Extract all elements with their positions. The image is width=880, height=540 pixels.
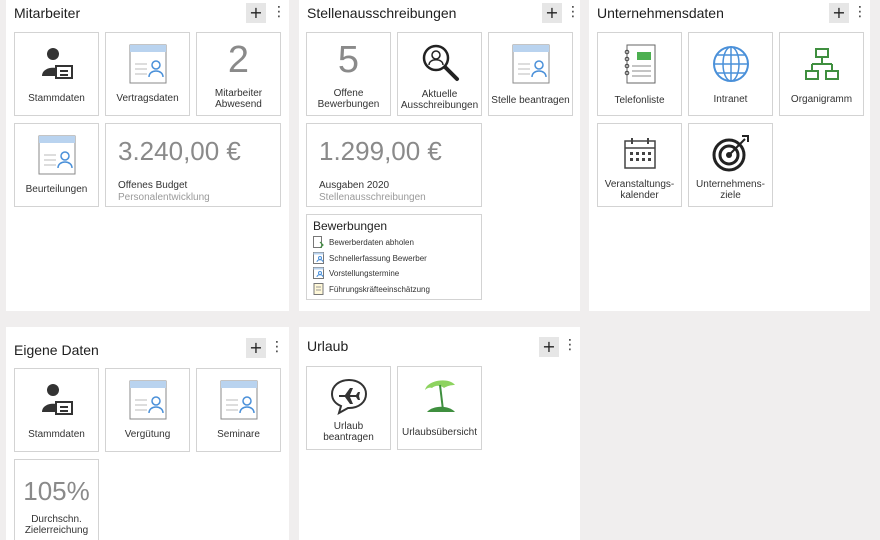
list-item[interactable]: Vorstellungstermine	[313, 266, 399, 280]
tile-label: Vertragsdaten	[116, 93, 179, 104]
panel-title: Stellenausschreibungen	[307, 5, 457, 21]
tile-telefonliste[interactable]: Telefonliste	[597, 32, 682, 116]
magnifier-icon	[398, 41, 481, 83]
tile-bewerbungen: Bewerbungen Bewerberdaten abholen Schnel…	[306, 214, 482, 300]
ziel-percent: 105%	[23, 476, 90, 506]
tile-seminare[interactable]: Seminare	[196, 368, 281, 452]
tile-unternehmensziele[interactable]: Unternehmens- ziele	[688, 123, 773, 207]
tile-label: Organigramm	[790, 94, 853, 105]
ausgaben-sub: Stellenausschreibungen	[319, 192, 426, 203]
tile-label: Durchschn. Zielerreichung	[24, 514, 89, 536]
tile-label: Mitarbeiter Abwesend	[214, 88, 263, 110]
add-button[interactable]: +	[542, 3, 562, 23]
panel-unternehmensdaten: Unternehmensdaten + ⋮ Telefonliste Intra…	[589, 0, 870, 311]
panel-title: Mitarbeiter	[14, 5, 81, 21]
notepad-icon	[313, 283, 324, 295]
document-person-icon	[106, 43, 189, 85]
tile-verguetung[interactable]: Vergütung	[105, 368, 190, 452]
more-menu-button[interactable]: ⋮	[272, 3, 286, 23]
tile-label: Offene Bewerbungen	[317, 88, 380, 110]
tile-zielerreichung[interactable]: 105% Durchschn. Zielerreichung	[14, 459, 99, 540]
bewerbungen-title: Bewerbungen	[313, 219, 388, 233]
person-card-icon	[15, 43, 98, 85]
document-person-icon	[313, 267, 324, 279]
add-button[interactable]: +	[246, 3, 266, 23]
person-card-icon	[15, 379, 98, 421]
more-menu-button[interactable]: ⋮	[566, 3, 580, 23]
list-item[interactable]: Schnellerfassung Bewerber	[313, 251, 427, 265]
abwesend-count: 2	[227, 39, 250, 81]
document-download-icon	[313, 236, 324, 249]
add-button[interactable]: +	[829, 3, 849, 23]
tile-label: Beurteilungen	[25, 184, 88, 195]
tile-label: Stammdaten	[28, 93, 85, 104]
budget-amount: 3.240,00 €	[118, 136, 241, 166]
org-chart-icon	[780, 43, 863, 85]
tile-label: Stammdaten	[28, 429, 85, 440]
list-item-label: Vorstellungstermine	[329, 268, 400, 278]
list-item[interactable]: Führungskräfteeinschätzung	[313, 282, 430, 296]
tile-label: Seminare	[217, 429, 260, 440]
panel-mitarbeiter: Mitarbeiter + ⋮ Stammdaten Vertragsdaten…	[6, 0, 289, 311]
panel-title: Urlaub	[307, 338, 349, 354]
tile-label: Aktuelle Ausschreibungen	[400, 89, 479, 111]
tile-veranstaltungskalender[interactable]: Veranstaltungs- kalender	[597, 123, 682, 207]
offene-count: 5	[337, 39, 360, 81]
tile-label: Unternehmens- ziele	[696, 179, 765, 201]
tile-offene-bewerbungen[interactable]: 5 Offene Bewerbungen	[306, 32, 391, 116]
target-icon	[689, 132, 772, 174]
budget-sub: Personalentwicklung	[118, 192, 210, 203]
list-item[interactable]: Bewerberdaten abholen	[313, 235, 414, 249]
document-person-icon	[313, 252, 324, 264]
tile-intranet[interactable]: Intranet	[688, 32, 773, 116]
beach-umbrella-icon	[398, 373, 481, 415]
more-menu-button[interactable]: ⋮	[563, 336, 577, 356]
tile-label: Veranstaltungs- kalender	[604, 179, 675, 201]
globe-icon	[689, 43, 772, 85]
tile-label: Intranet	[713, 94, 748, 105]
list-item-label: Bewerberdaten abholen	[329, 237, 414, 247]
tile-aktuelle-ausschreibungen[interactable]: Aktuelle Ausschreibungen	[397, 32, 482, 116]
tile-stelle-beantragen[interactable]: Stelle beantragen	[488, 32, 573, 116]
ausgaben-label: Ausgaben 2020	[319, 180, 390, 191]
panel-stellenausschreibungen: Stellenausschreibungen + ⋮ 5 Offene Bewe…	[299, 0, 580, 311]
document-person-icon	[15, 134, 98, 176]
list-item-label: Führungskräfteeinschätzung	[329, 284, 430, 294]
tile-stammdaten[interactable]: Stammdaten	[14, 368, 99, 452]
document-person-icon	[106, 379, 189, 421]
panel-eigene-daten: Eigene Daten + ⋮ Stammdaten Vergütung Se…	[6, 327, 289, 540]
tile-ausgaben-2020[interactable]: 1.299,00 € Ausgaben 2020 Stellenausschre…	[306, 123, 482, 207]
panel-title: Eigene Daten	[14, 342, 99, 358]
panel-title: Unternehmensdaten	[597, 5, 724, 21]
tile-vertragsdaten[interactable]: Vertragsdaten	[105, 32, 190, 116]
tile-label: Vergütung	[124, 429, 171, 440]
more-menu-button[interactable]: ⋮	[270, 338, 284, 358]
add-button[interactable]: +	[539, 337, 559, 357]
tile-label: Urlaubsübersicht	[401, 427, 478, 438]
tile-urlaub-beantragen[interactable]: Urlaub beantragen	[306, 366, 391, 450]
add-button[interactable]: +	[246, 338, 266, 358]
tile-offenes-budget[interactable]: 3.240,00 € Offenes Budget Personalentwic…	[105, 123, 281, 207]
tile-label: Stelle beantragen	[491, 95, 570, 106]
document-person-icon	[489, 43, 572, 85]
tile-stammdaten[interactable]: Stammdaten	[14, 32, 99, 116]
tile-organigramm[interactable]: Organigramm	[779, 32, 864, 116]
tile-urlaubsuebersicht[interactable]: Urlaubsübersicht	[397, 366, 482, 450]
more-menu-button[interactable]: ⋮	[853, 3, 867, 23]
panel-urlaub: Urlaub + ⋮ Urlaub beantragen Urlaubsüber…	[299, 327, 580, 540]
tile-mitarbeiter-abwesend[interactable]: 2 Mitarbeiter Abwesend	[196, 32, 281, 116]
document-person-icon	[197, 379, 280, 421]
tile-label: Telefonliste	[614, 95, 665, 106]
calendar-icon	[598, 132, 681, 174]
plane-bubble-icon	[307, 375, 390, 417]
list-item-label: Schnellerfassung Bewerber	[329, 253, 427, 263]
budget-label: Offenes Budget	[118, 180, 188, 191]
notebook-icon	[598, 43, 681, 85]
ausgaben-amount: 1.299,00 €	[319, 136, 442, 166]
tile-label: Urlaub beantragen	[323, 421, 374, 443]
tile-beurteilungen[interactable]: Beurteilungen	[14, 123, 99, 207]
